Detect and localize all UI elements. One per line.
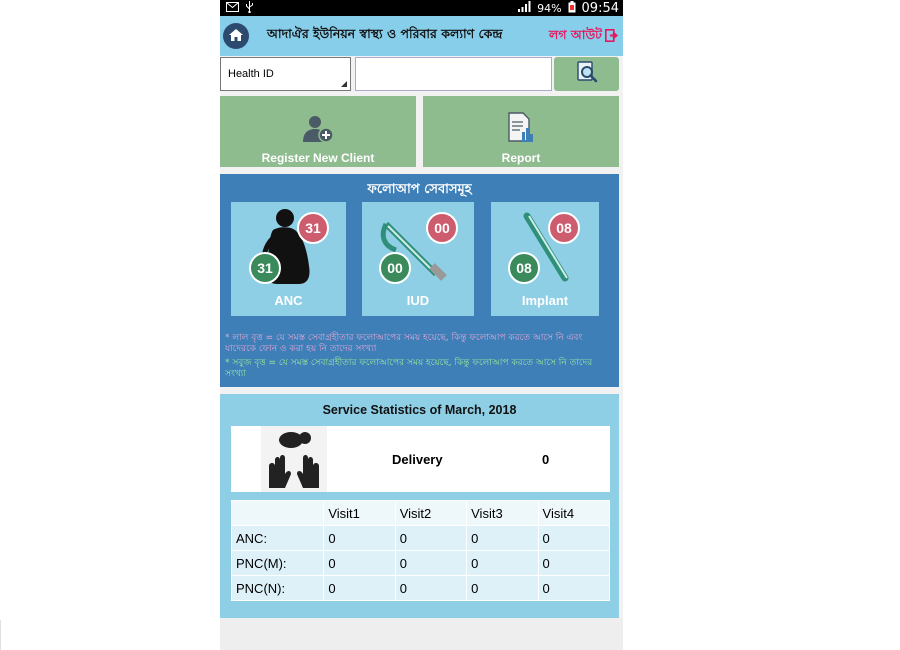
- dropdown-triangle-icon: [341, 81, 347, 87]
- search-button[interactable]: [554, 57, 619, 91]
- column-header: Visit3: [466, 500, 539, 526]
- iud-green-badge: 00: [379, 252, 411, 284]
- mail-icon: [226, 1, 239, 15]
- register-new-client-button[interactable]: Register New Client: [220, 96, 416, 167]
- row-label: PNC(M):: [230, 550, 325, 576]
- table-cell: 0: [466, 550, 539, 576]
- logout-icon: [605, 29, 619, 45]
- bottom-area: [220, 618, 623, 650]
- delivery-row: Delivery 0: [231, 426, 610, 492]
- stats-title: Service Statistics of March, 2018: [322, 403, 517, 417]
- battery-percent: 94%: [537, 1, 562, 15]
- usb-icon: [245, 0, 254, 16]
- search-row: Health ID: [220, 57, 623, 91]
- status-bar: 94% 09:54: [220, 0, 623, 16]
- anc-red-badge: 31: [297, 212, 329, 244]
- delivery-baby-hands-icon: [261, 426, 327, 492]
- column-header: Visit4: [537, 500, 611, 526]
- id-input[interactable]: [355, 57, 552, 91]
- report-button[interactable]: Report: [423, 96, 619, 167]
- phone-screen: 94% 09:54 আদাঐর ইউনিয়ন স্বাস্থ্য ও পরিব…: [220, 0, 623, 650]
- search-document-icon: [575, 60, 599, 88]
- id-type-select[interactable]: Health ID: [220, 57, 351, 91]
- anc-label: ANC: [274, 293, 303, 308]
- service-statistics-panel: Service Statistics of March, 2018 Delive…: [220, 394, 619, 618]
- implant-card[interactable]: 08 08 Implant: [491, 202, 599, 316]
- anc-green-badge: 31: [249, 252, 281, 284]
- logout-button[interactable]: লগ আউট: [549, 27, 619, 47]
- home-icon: [228, 27, 244, 46]
- signal-icon: [517, 1, 531, 15]
- column-header: Visit1: [323, 500, 396, 526]
- home-button[interactable]: [223, 23, 249, 49]
- table-cell: 0: [394, 525, 468, 551]
- id-type-selected: Health ID: [228, 68, 274, 80]
- report-label: Report: [501, 151, 541, 165]
- implant-green-badge: 08: [508, 252, 540, 284]
- battery-icon: [568, 0, 576, 16]
- add-user-icon: [301, 114, 335, 147]
- visit-statistics-table: Visit1 Visit2 Visit3 Visit4 ANC: 0 0 0 0…: [230, 500, 611, 601]
- table-cell: 0: [537, 525, 611, 551]
- table-cell: 0: [323, 525, 396, 551]
- followup-panel: ফলোআপ সেবাসমূহ 31 31 ANC 00 00 IUD 08 08…: [220, 174, 619, 387]
- register-label: Register New Client: [261, 151, 375, 165]
- implant-label: Implant: [521, 293, 569, 308]
- note-red-circle: * লাল বৃত্ত = যে সমস্ত সেবাগ্রহীতার ফলোআ…: [225, 333, 583, 354]
- table-cell: 0: [537, 550, 611, 576]
- delivery-label: Delivery: [392, 452, 443, 467]
- iud-label: IUD: [406, 293, 430, 308]
- table-cell: 0: [466, 575, 539, 601]
- clock: 09:54: [581, 0, 619, 16]
- row-label: ANC:: [230, 525, 325, 551]
- note-green-circle: * সবুজ বৃত্ত = যে সমস্ত সেবাগ্রহীতার ফলো…: [225, 358, 593, 379]
- table-cell: 0: [466, 525, 539, 551]
- column-header: Visit2: [394, 500, 468, 526]
- page-edge-divider: [0, 620, 1, 650]
- iud-card[interactable]: 00 00 IUD: [362, 202, 474, 316]
- table-cell: 0: [537, 575, 611, 601]
- table-cell: 0: [394, 575, 468, 601]
- report-chart-icon: [506, 112, 536, 147]
- implant-red-badge: 08: [548, 212, 580, 244]
- logout-label: লগ আউট: [549, 27, 602, 42]
- table-cell: 0: [323, 550, 396, 576]
- table-header-row: Visit1 Visit2 Visit3 Visit4: [230, 500, 611, 526]
- column-header: [230, 500, 325, 526]
- table-cell: 0: [394, 550, 468, 576]
- app-bar: আদাঐর ইউনিয়ন স্বাস্থ্য ও পরিবার কল্যাণ …: [220, 16, 623, 56]
- delivery-value: 0: [542, 452, 550, 467]
- followup-title: ফলোআপ সেবাসমূহ: [367, 182, 472, 197]
- table-row: ANC: 0 0 0 0: [230, 525, 611, 551]
- app-title: আদাঐর ইউনিয়ন স্বাস্থ্য ও পরিবার কল্যাণ …: [267, 26, 503, 41]
- table-cell: 0: [323, 575, 396, 601]
- anc-card[interactable]: 31 31 ANC: [231, 202, 346, 316]
- table-row: PNC(N): 0 0 0 0: [230, 575, 611, 601]
- iud-red-badge: 00: [426, 212, 458, 244]
- table-row: PNC(M): 0 0 0 0: [230, 550, 611, 576]
- row-label: PNC(N):: [230, 575, 325, 601]
